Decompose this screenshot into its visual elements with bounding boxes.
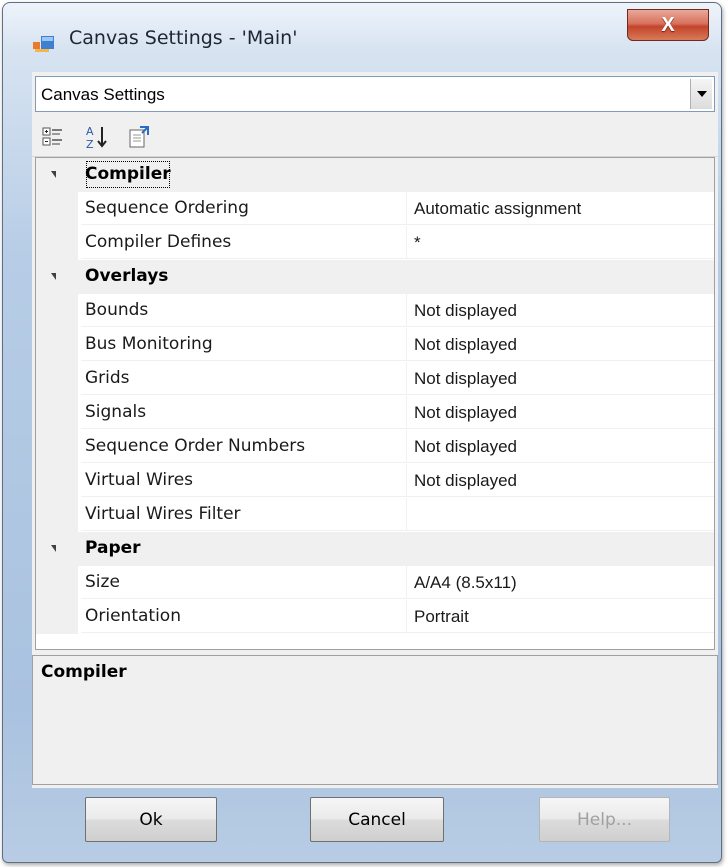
property-name: Bounds (81, 294, 407, 327)
row-gutter (36, 430, 78, 464)
collapse-triangle-icon[interactable] (51, 171, 56, 178)
property-row[interactable]: Compiler Defines * (36, 226, 714, 260)
property-value[interactable]: Not displayed (407, 328, 714, 361)
window-title: Canvas Settings - 'Main' (69, 27, 298, 49)
help-button[interactable]: Help... (539, 797, 670, 842)
property-row[interactable]: Signals Not displayed (36, 396, 714, 430)
row-gutter (36, 226, 78, 260)
alphabetical-sort-icon[interactable]: A Z (84, 124, 110, 150)
property-value[interactable]: Automatic assignment (407, 192, 714, 225)
property-name: Compiler Defines (81, 226, 407, 259)
category-paper[interactable]: Paper (36, 532, 714, 566)
categorized-view-icon[interactable] (40, 124, 66, 150)
property-name: Sequence Ordering (81, 192, 407, 225)
property-value[interactable]: Not displayed (407, 430, 714, 463)
property-name: Signals (81, 396, 407, 429)
row-gutter (36, 566, 78, 600)
property-value[interactable]: Not displayed (407, 396, 714, 429)
property-row[interactable]: Orientation Portrait (36, 600, 714, 634)
property-value[interactable]: Not displayed (407, 464, 714, 497)
property-value[interactable]: Not displayed (407, 294, 714, 327)
property-row[interactable]: Size A/A4 (8.5x11) (36, 566, 714, 600)
collapse-triangle-icon[interactable] (51, 273, 56, 280)
property-name: Size (81, 566, 407, 599)
property-row[interactable]: Bounds Not displayed (36, 294, 714, 328)
ok-button[interactable]: Ok (85, 797, 217, 842)
row-gutter (36, 396, 78, 430)
row-gutter (36, 498, 78, 532)
property-value[interactable]: A/A4 (8.5x11) (407, 566, 714, 599)
row-gutter (36, 464, 78, 498)
collapse-triangle-icon[interactable] (51, 545, 56, 552)
category-label: Paper (85, 538, 141, 558)
close-button[interactable]: X (627, 9, 709, 41)
category-overlays[interactable]: Overlays (36, 260, 714, 294)
object-selector-value: Canvas Settings (41, 85, 165, 104)
property-row[interactable]: Bus Monitoring Not displayed (36, 328, 714, 362)
property-name: Virtual Wires (81, 464, 407, 497)
property-row[interactable]: Sequence Order Numbers Not displayed (36, 430, 714, 464)
canvas-settings-app-icon (33, 36, 54, 52)
property-name: Virtual Wires Filter (81, 498, 407, 531)
dialog-window: Canvas Settings - 'Main' X Canvas Settin… (2, 2, 722, 863)
property-value[interactable]: Portrait (407, 600, 714, 633)
row-gutter (36, 362, 78, 396)
category-label: Overlays (85, 266, 169, 286)
property-name: Orientation (81, 600, 407, 633)
dropdown-arrow-icon[interactable] (690, 79, 712, 109)
row-gutter (36, 192, 78, 226)
property-pages-icon[interactable] (126, 124, 152, 150)
row-gutter (36, 600, 78, 634)
close-icon: X (661, 13, 675, 36)
svg-text:Z: Z (86, 138, 94, 150)
property-grid: Compiler Sequence Ordering Automatic ass… (35, 157, 715, 650)
row-gutter (36, 328, 78, 362)
category-label: Compiler (83, 158, 173, 191)
property-grid-toolbar: A Z (32, 116, 718, 157)
property-value[interactable] (407, 498, 714, 531)
property-value[interactable]: * (407, 226, 714, 259)
property-name: Bus Monitoring (81, 328, 407, 361)
description-title: Compiler (41, 662, 127, 682)
row-gutter (36, 294, 78, 328)
dialog-client-area: Canvas Settings A Z Compiler Sequence Or… (32, 72, 718, 788)
property-name: Grids (81, 362, 407, 395)
property-name: Sequence Order Numbers (81, 430, 407, 463)
object-selector-dropdown[interactable]: Canvas Settings (35, 76, 715, 112)
property-value[interactable]: Not displayed (407, 362, 714, 395)
property-row[interactable]: Virtual Wires Not displayed (36, 464, 714, 498)
property-description-panel: Compiler (32, 655, 718, 785)
svg-text:A: A (86, 125, 94, 138)
category-compiler[interactable]: Compiler (36, 158, 714, 192)
property-row[interactable]: Grids Not displayed (36, 362, 714, 396)
property-row[interactable]: Sequence Ordering Automatic assignment (36, 192, 714, 226)
property-row[interactable]: Virtual Wires Filter (36, 498, 714, 532)
cancel-button[interactable]: Cancel (310, 797, 444, 842)
